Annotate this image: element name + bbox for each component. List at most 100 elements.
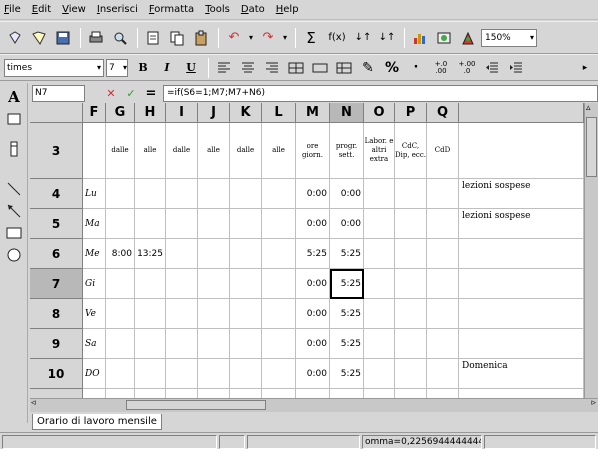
cell-note[interactable] [459, 269, 584, 299]
table-cell[interactable] [262, 179, 296, 209]
column-title-cell[interactable]: CdD [427, 123, 459, 179]
sort-desc-icon[interactable]: ↓↑ [376, 27, 398, 49]
column-title-cell[interactable]: CdC, Dip, ecc. [395, 123, 427, 179]
table-cell[interactable] [198, 389, 230, 398]
table-cell[interactable] [230, 239, 262, 269]
row-header[interactable]: 10 [30, 359, 83, 389]
cell-note[interactable]: Domenica [459, 359, 584, 389]
scroll-up-icon[interactable]: ▵ [586, 103, 591, 113]
cell-n[interactable]: 5:25 [330, 329, 364, 359]
row-header[interactable]: 3 [30, 123, 83, 179]
table-cell[interactable] [364, 239, 395, 269]
column-header-N[interactable]: N [330, 103, 364, 123]
cell-g[interactable] [106, 299, 135, 329]
column-title-cell[interactable]: alle [135, 123, 166, 179]
open-icon[interactable] [28, 27, 50, 49]
cell-m[interactable]: 0:00 [296, 329, 330, 359]
menu-view[interactable]: View [62, 4, 86, 15]
column-title-cell[interactable]: dalle [166, 123, 198, 179]
cut-icon[interactable] [142, 27, 164, 49]
sum-icon[interactable]: Σ [300, 27, 322, 49]
menu-inserisci[interactable]: Inserisci [97, 4, 138, 15]
toolbar-overflow-icon[interactable]: ▸ [574, 57, 596, 79]
table-cell[interactable] [427, 329, 459, 359]
cell-g[interactable] [106, 329, 135, 359]
table-cell[interactable] [395, 269, 427, 299]
row-header[interactable]: 5 [30, 209, 83, 239]
table-cell[interactable] [364, 269, 395, 299]
table-cell[interactable] [198, 179, 230, 209]
column-header-G[interactable]: G [106, 103, 135, 123]
text-tool-icon[interactable]: A [4, 87, 24, 107]
cell-n[interactable]: 5:25 [330, 299, 364, 329]
column-header-extra[interactable] [459, 103, 584, 123]
merge-cells-icon[interactable] [285, 57, 307, 79]
cell-m[interactable]: 0:00 [296, 209, 330, 239]
sheet-tab[interactable]: Orario di lavoro mensile [32, 414, 162, 430]
indent-increase-icon[interactable] [505, 57, 527, 79]
zoom-select[interactable]: 150% ▾ [481, 28, 537, 47]
column-title-cell[interactable] [83, 123, 106, 179]
row-header[interactable]: 11 [30, 389, 83, 398]
table-cell[interactable] [230, 359, 262, 389]
table-cell[interactable] [166, 269, 198, 299]
table-cell[interactable] [364, 329, 395, 359]
cell-h[interactable] [135, 359, 166, 389]
select-all-corner[interactable] [30, 103, 83, 123]
table-cell[interactable] [198, 359, 230, 389]
accept-icon[interactable]: ✓ [123, 85, 139, 102]
table-cell[interactable] [262, 209, 296, 239]
column-title-cell[interactable] [459, 123, 584, 179]
cell-g[interactable] [106, 209, 135, 239]
table-cell[interactable] [198, 209, 230, 239]
row-header[interactable]: 4 [30, 179, 83, 209]
column-header-I[interactable]: I [166, 103, 198, 123]
align-right-icon[interactable] [261, 57, 283, 79]
cell-n[interactable]: 5:25 [330, 239, 364, 269]
table-icon[interactable] [333, 57, 355, 79]
table-cell[interactable] [166, 389, 198, 398]
table-cell[interactable] [395, 329, 427, 359]
horizontal-scroll-thumb[interactable] [126, 400, 266, 410]
table-cell[interactable] [262, 239, 296, 269]
column-header-L[interactable]: L [262, 103, 296, 123]
select-tool-icon[interactable] [4, 109, 24, 129]
column-header-Q[interactable]: Q [427, 103, 459, 123]
table-cell[interactable] [166, 329, 198, 359]
table-cell[interactable] [166, 299, 198, 329]
arrow-tool-icon[interactable] [4, 201, 24, 221]
remove-decimal-button[interactable]: +.00 .0 [455, 57, 479, 79]
row-header[interactable]: 7 [30, 269, 83, 299]
paint-format-icon[interactable]: ✎ [357, 57, 379, 79]
table-cell[interactable] [230, 329, 262, 359]
center-across-icon[interactable] [309, 57, 331, 79]
cell-day[interactable]: Ve [83, 299, 106, 329]
column-title-cell[interactable]: progr. sett. [330, 123, 364, 179]
cell-note[interactable] [459, 329, 584, 359]
align-center-icon[interactable] [237, 57, 259, 79]
table-cell[interactable] [427, 389, 459, 398]
redo-icon[interactable]: ↷ [257, 27, 279, 49]
cell-h[interactable] [135, 299, 166, 329]
column-title-cell[interactable]: dalle [230, 123, 262, 179]
column-tool-icon[interactable] [4, 139, 24, 159]
function-icon[interactable]: f(x) [324, 27, 350, 49]
menu-file[interactable]: File [4, 4, 21, 15]
cell-day[interactable]: Sa [83, 389, 106, 398]
table-cell[interactable] [427, 359, 459, 389]
table-cell[interactable] [166, 209, 198, 239]
chart-icon[interactable] [409, 27, 431, 49]
horizontal-scrollbar[interactable]: ◃ ▹ [30, 398, 598, 412]
table-cell[interactable] [230, 269, 262, 299]
sort-asc-icon[interactable]: ↓↑ [352, 27, 374, 49]
save-icon[interactable] [52, 27, 74, 49]
column-title-cell[interactable]: ore giorn. [296, 123, 330, 179]
table-cell[interactable] [198, 299, 230, 329]
cell-m[interactable]: 0:00 [296, 359, 330, 389]
column-header-P[interactable]: P [395, 103, 427, 123]
new-icon[interactable] [4, 27, 26, 49]
table-cell[interactable] [427, 239, 459, 269]
rectangle-tool-icon[interactable] [4, 223, 24, 243]
table-cell[interactable] [364, 389, 395, 398]
table-cell[interactable] [198, 269, 230, 299]
